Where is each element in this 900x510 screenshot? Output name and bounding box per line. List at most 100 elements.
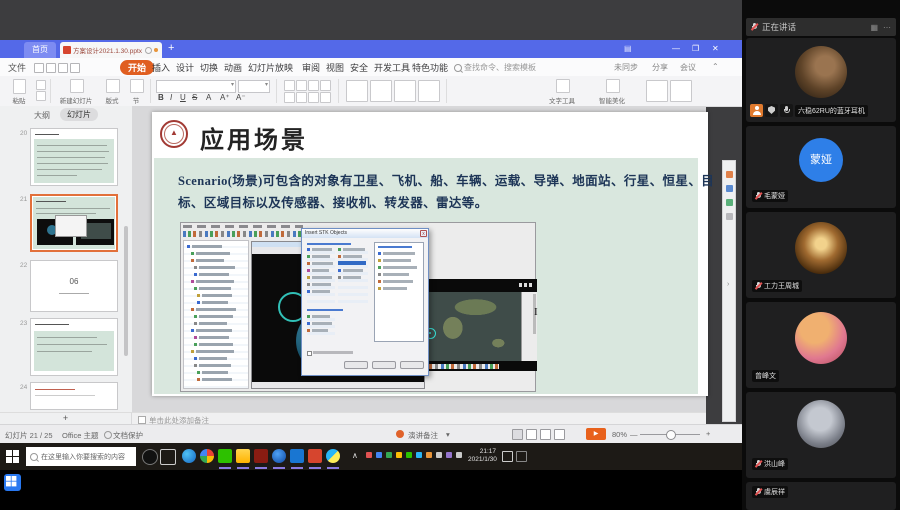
cut-icon[interactable] [36,80,46,90]
tray-expand-icon[interactable]: ∧ [352,451,358,460]
properties-icon[interactable] [726,171,733,178]
wechat-icon[interactable] [218,449,232,463]
shrink-font-button[interactable]: A⁻ [236,93,246,102]
align-left-icon[interactable] [284,80,295,91]
selection-pane-icon[interactable] [726,199,733,206]
layout-button[interactable]: 版式 [100,79,124,103]
tray-icon-3[interactable] [386,452,392,458]
thumbnail-scrollbar[interactable] [124,226,128,356]
tray-icon-9[interactable] [446,452,452,458]
format-painter-icon[interactable] [36,91,46,101]
current-slide[interactable]: 应用场景 Scenario(场景)可包含的对象有卫星、飞机、船、车辆、运载、导弹… [152,112,708,396]
paste-button[interactable]: 粘贴 [8,79,30,103]
dialog-help-button[interactable] [400,361,424,369]
tray-icon-2[interactable] [376,452,382,458]
action-center-icon[interactable] [502,451,513,462]
participant-tile-6[interactable]: 虞辰祥 [746,482,896,510]
bold-button[interactable]: B [158,93,164,102]
dialog-close-icon[interactable]: x [420,230,427,237]
media-player-icon[interactable] [326,449,340,463]
file-menu[interactable]: 文件 [8,61,26,74]
taskbar-search[interactable]: 在这里输入你要搜索的内容 [26,447,136,466]
clock[interactable]: 21:17 2021/1/30 [468,448,496,464]
tab-animation[interactable]: 动画 [224,61,242,74]
slide-thumbnail-20[interactable] [30,128,118,186]
collapse-ribbon-icon[interactable]: ⌃ [712,62,719,71]
new-slide-button[interactable]: 新建幻灯片 [56,79,96,103]
tray-icon-10[interactable] [456,452,462,458]
slide-thumbnail-22[interactable]: 06 [30,260,118,312]
floating-widget-icon[interactable] [4,474,21,491]
edge-icon[interactable] [182,449,196,463]
command-search[interactable]: 查找命令、搜索模板 [464,62,536,73]
shapes-gallery[interactable] [346,80,368,102]
adobe-reader-icon[interactable] [254,449,268,463]
save-icon[interactable] [34,63,44,73]
tab-features[interactable]: 特色功能 [412,61,448,74]
restore-button[interactable]: ❐ [692,44,699,53]
new-tab-button[interactable]: + [168,42,174,54]
add-slide-button[interactable]: + [0,412,132,424]
meeting-button[interactable]: 会议 [680,62,696,73]
qq-icon[interactable] [272,449,286,463]
more-options-icon[interactable]: ⋯ [883,23,891,32]
tray-icon-5[interactable] [406,452,412,458]
outline-tab[interactable]: 大纲 [34,110,50,121]
play-slideshow-button[interactable]: ▶ [586,428,606,440]
select-pane-icon[interactable] [670,80,692,102]
minimize-button[interactable]: — [672,44,680,53]
document-protect[interactable]: 文档保护 [113,430,143,441]
tray-icon-4[interactable] [396,452,402,458]
section-button[interactable]: 节 [128,79,144,103]
participant-tile-4[interactable]: 曾峰文 [746,302,896,388]
tab-slideshow[interactable]: 幻灯片放映 [248,61,293,74]
participant-tile-1[interactable]: 六稳62RU的蓝牙耳机 [746,38,896,122]
file-explorer-icon[interactable] [236,449,250,463]
tab-review[interactable]: 审阅 [302,61,320,74]
slide-thumbnail-21-selected[interactable] [30,194,118,252]
outline-color-icon[interactable] [418,80,440,102]
wps-home-tab[interactable]: 首页 [24,42,56,58]
align-center-icon[interactable] [296,80,307,91]
tab-home[interactable]: 开始 [120,60,154,75]
start-button[interactable] [6,450,19,463]
tab-devtools[interactable]: 开发工具 [374,61,410,74]
slide-thumbnail-23[interactable] [30,318,118,376]
tab-design[interactable]: 设计 [176,61,194,74]
underline-button[interactable]: U [180,93,186,102]
justify-icon[interactable] [320,80,331,91]
print-icon[interactable] [46,63,56,73]
show-desktop-button[interactable] [516,451,527,462]
dialog-close-button[interactable] [372,361,396,369]
font-color-button[interactable]: A [206,93,211,102]
tab-security[interactable]: 安全 [350,61,368,74]
share-button[interactable]: 分享 [652,62,668,73]
zoom-slider-handle[interactable] [666,430,676,440]
tray-icon-6[interactable] [416,452,422,458]
bullets-icon[interactable] [284,92,295,103]
grow-font-button[interactable]: A⁺ [220,93,230,102]
speaker-notes-button[interactable]: 演讲备注 [408,430,438,441]
numbering-icon[interactable] [296,92,307,103]
participant-tile-2[interactable]: 蒙娅 毛蒙娅 [746,126,896,208]
text-tool-button[interactable]: 文字工具 [540,79,584,103]
photos-icon[interactable] [290,449,304,463]
notes-page-icon[interactable] [554,429,565,440]
participant-tile-3[interactable]: 工力王周城 [746,212,896,298]
reading-view-icon[interactable] [540,429,551,440]
beautify-button[interactable]: 智能美化 [590,79,634,103]
normal-view-icon[interactable] [512,429,523,440]
cortana-icon[interactable] [142,449,158,465]
redo-icon[interactable] [70,63,80,73]
tab-transition[interactable]: 切换 [200,61,218,74]
layout-grid-icon[interactable]: ▦ [870,23,878,32]
task-view-icon[interactable] [160,449,176,465]
slide-thumbnail-24[interactable] [30,382,118,410]
fill-color-icon[interactable] [394,80,416,102]
line-spacing-icon[interactable] [308,92,319,103]
align-right-icon[interactable] [308,80,319,91]
strikethrough-button[interactable]: S [192,93,197,102]
wps-taskbar-icon[interactable] [308,449,322,463]
close-button[interactable]: ✕ [712,44,719,53]
dialog-insert-button[interactable] [344,361,368,369]
